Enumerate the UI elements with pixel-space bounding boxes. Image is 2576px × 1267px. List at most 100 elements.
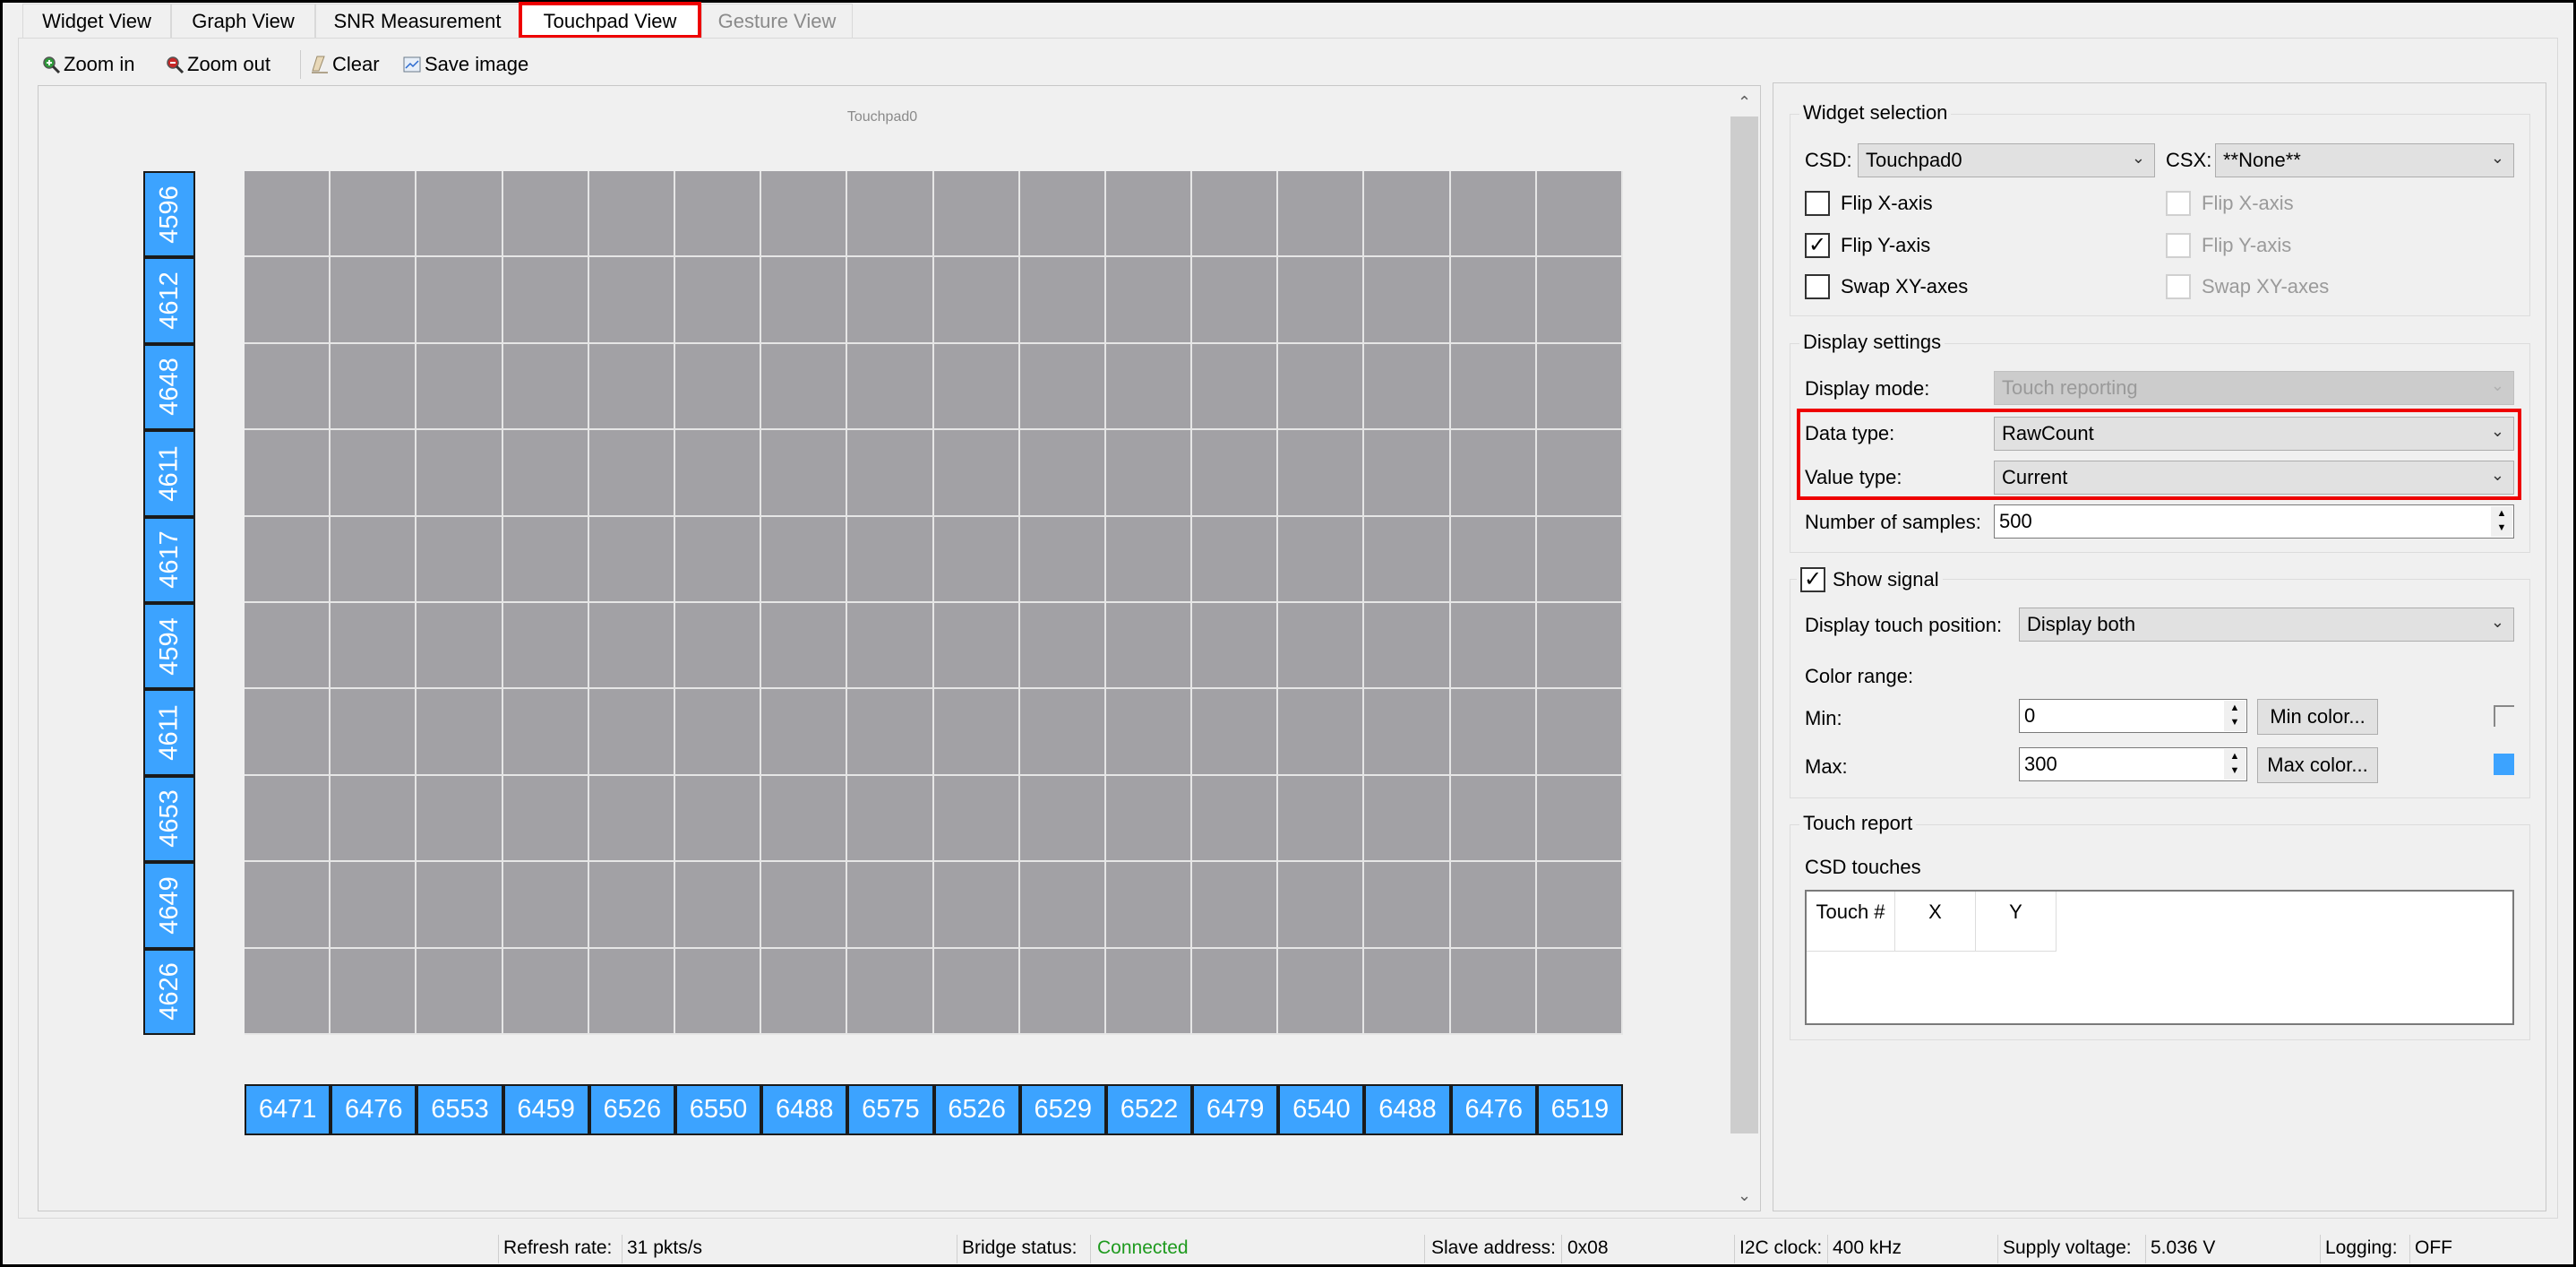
touchpad-cell	[1105, 862, 1193, 949]
touchpad-cell	[674, 862, 762, 949]
samples-spinbox[interactable]: 500 ▲ ▼	[1994, 504, 2514, 539]
touchpad-cell	[1105, 689, 1193, 776]
csx-select[interactable]: **None** ⌄	[2215, 143, 2514, 177]
spin-arrows-icon[interactable]: ▲ ▼	[2491, 506, 2512, 537]
touchpad-cell	[245, 603, 331, 690]
touchpad-cell	[761, 603, 848, 690]
column-value-label: 6522	[1105, 1084, 1193, 1135]
csd-select[interactable]: Touchpad0 ⌄	[1858, 143, 2155, 177]
touchpad-cell	[1450, 430, 1537, 517]
min-spinbox[interactable]: 0 ▲ ▼	[2019, 699, 2247, 733]
touchpad-cell	[331, 430, 417, 517]
row-value-label: 4611	[143, 430, 195, 517]
touchpad-cell	[1364, 775, 1451, 863]
tab-snr-measurement[interactable]: SNR Measurement	[315, 4, 519, 38]
spin-arrows-icon[interactable]: ▲ ▼	[2224, 749, 2245, 780]
touchpad-cell	[1364, 343, 1451, 431]
touchpad-cell	[1105, 343, 1193, 431]
display-mode-select[interactable]: Touch reporting ⌄	[1994, 371, 2514, 405]
tab-widget-view[interactable]: Widget View	[22, 4, 171, 38]
save-image-icon	[403, 56, 421, 73]
touchpad-cell	[1364, 603, 1451, 690]
touchpad-cell	[761, 948, 848, 1035]
touchpad-cell	[331, 171, 417, 258]
max-spinbox[interactable]: 300 ▲ ▼	[2019, 747, 2247, 781]
touchpad-cell	[1019, 343, 1106, 431]
touchpad-cell	[1105, 775, 1193, 863]
show-signal-checkbox[interactable]: ✓ Show signal	[1797, 565, 1943, 595]
touchpad-cell	[1278, 516, 1365, 603]
column-value-label: 6471	[245, 1084, 331, 1135]
chevron-down-icon: ⌄	[2490, 613, 2504, 631]
touchpad-cell	[331, 948, 417, 1035]
checkbox-checked-icon[interactable]: ✓	[1805, 233, 1830, 258]
scrollbar-thumb[interactable]	[1730, 116, 1758, 1133]
zoom-out-button[interactable]: Zoom out	[165, 50, 270, 79]
touchpad-cell	[502, 171, 589, 258]
row-value: 4611	[154, 704, 184, 761]
touchpad-cell	[761, 689, 848, 776]
touchpad-cell	[245, 430, 331, 517]
touchpad-cell	[674, 603, 762, 690]
touchpad-cell	[1192, 775, 1279, 863]
save-image-button[interactable]: Save image	[402, 50, 528, 79]
touchpad-cell	[674, 343, 762, 431]
tab-gesture-view[interactable]: Gesture View	[701, 4, 853, 38]
touchpad-cell	[761, 171, 848, 258]
zoom-in-button[interactable]: Zoom in	[41, 50, 134, 79]
max-label: Max:	[1805, 755, 1848, 778]
row-value-label: 4611	[143, 689, 195, 776]
touchpad-cell	[1019, 775, 1106, 863]
row-value: 4648	[154, 358, 184, 417]
touchpad-cell	[1364, 430, 1451, 517]
show-signal-label: Show signal	[1833, 568, 1939, 590]
tab-label: Gesture View	[717, 9, 837, 32]
max-color-label: Max color...	[2267, 754, 2368, 776]
touch-position-label: Display touch position:	[1805, 614, 2003, 636]
column-value-label: 6476	[1450, 1084, 1537, 1135]
csd-label: CSD:	[1805, 149, 1852, 171]
csx-label: CSX:	[2166, 149, 2212, 171]
csd-touches-label: CSD touches	[1805, 856, 1921, 878]
row-value-label: 4626	[143, 948, 195, 1035]
column-header-x[interactable]: X	[1895, 892, 1976, 952]
touchpad-cell	[1019, 603, 1106, 690]
touchpad-cell	[588, 603, 675, 690]
clear-button[interactable]: Clear	[310, 50, 380, 79]
touchpad-cell	[1278, 862, 1365, 949]
touchpad-cell	[502, 343, 589, 431]
highlight-box	[519, 2, 701, 39]
touchpad-cell	[1278, 171, 1365, 258]
touchpad-cell	[674, 430, 762, 517]
column-value-label: 6459	[502, 1084, 589, 1135]
touch-position-select[interactable]: Display both ⌄	[2019, 608, 2514, 642]
min-color-button[interactable]: Min color...	[2257, 699, 2378, 735]
touchpad-cell	[1364, 516, 1451, 603]
touchpad-cell	[1364, 689, 1451, 776]
scroll-down-icon[interactable]: ⌄	[1729, 1181, 1760, 1210]
checkbox-icon[interactable]	[2166, 191, 2191, 216]
touchpad-cell	[245, 689, 331, 776]
touchpad-cell	[1192, 862, 1279, 949]
column-header-y[interactable]: Y	[1976, 892, 2057, 952]
touchpad-cell	[502, 516, 589, 603]
scroll-up-icon[interactable]: ⌃	[1729, 88, 1760, 116]
min-value: 0	[2024, 704, 2036, 727]
column-header-touch[interactable]: Touch #	[1807, 892, 1895, 952]
touchpad-cell	[1536, 862, 1623, 949]
checkbox-icon[interactable]	[1805, 274, 1830, 299]
column-value-label: 6479	[1192, 1084, 1279, 1135]
i2c-clock-value: 400 kHz	[1833, 1237, 1902, 1258]
checkbox-icon[interactable]	[2166, 233, 2191, 258]
tab-graph-view[interactable]: Graph View	[171, 4, 315, 38]
spin-arrows-icon[interactable]: ▲ ▼	[2224, 701, 2245, 731]
checkbox-icon[interactable]	[2166, 274, 2191, 299]
touchpad-cell	[933, 603, 1020, 690]
max-color-button[interactable]: Max color...	[2257, 747, 2378, 783]
checkbox-checked-icon[interactable]: ✓	[1800, 567, 1825, 592]
touchpad-cell	[588, 430, 675, 517]
touchpad-cell	[502, 430, 589, 517]
checkbox-icon[interactable]	[1805, 191, 1830, 216]
touchpad-cell	[1450, 257, 1537, 344]
csx-option-label: Flip X-axis	[2202, 192, 2294, 214]
